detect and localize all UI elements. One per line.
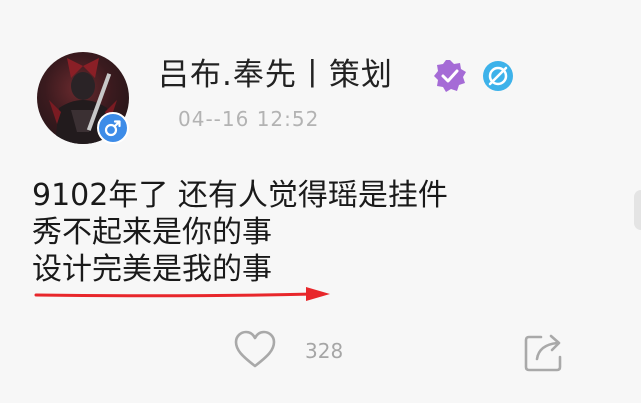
post-content: 9102年了 还有人觉得瑶是挂件 秀不起来是你的事 设计完美是我的事 — [32, 177, 448, 288]
circle-badge-icon[interactable] — [482, 60, 514, 92]
scroll-handle[interactable] — [634, 190, 641, 230]
verified-badge-icon[interactable] — [432, 58, 468, 94]
post-line: 9102年了 还有人觉得瑶是挂件 — [32, 178, 448, 213]
male-symbol-icon — [104, 120, 121, 137]
username[interactable]: 吕布.奉先丨策划 — [158, 55, 393, 95]
post-card: 吕布.奉先丨策划 04--16 12:52 9102年了 还有人觉得瑶是挂件 秀… — [0, 0, 641, 403]
heart-icon[interactable] — [232, 328, 278, 370]
red-arrow-icon — [34, 287, 330, 301]
post-line: 设计完美是我的事 — [32, 252, 272, 287]
post-line: 秀不起来是你的事 — [32, 215, 272, 250]
share-icon[interactable] — [521, 331, 567, 373]
post-timestamp: 04--16 12:52 — [178, 107, 320, 131]
gender-badge — [97, 112, 129, 144]
like-count: 328 — [305, 339, 344, 363]
